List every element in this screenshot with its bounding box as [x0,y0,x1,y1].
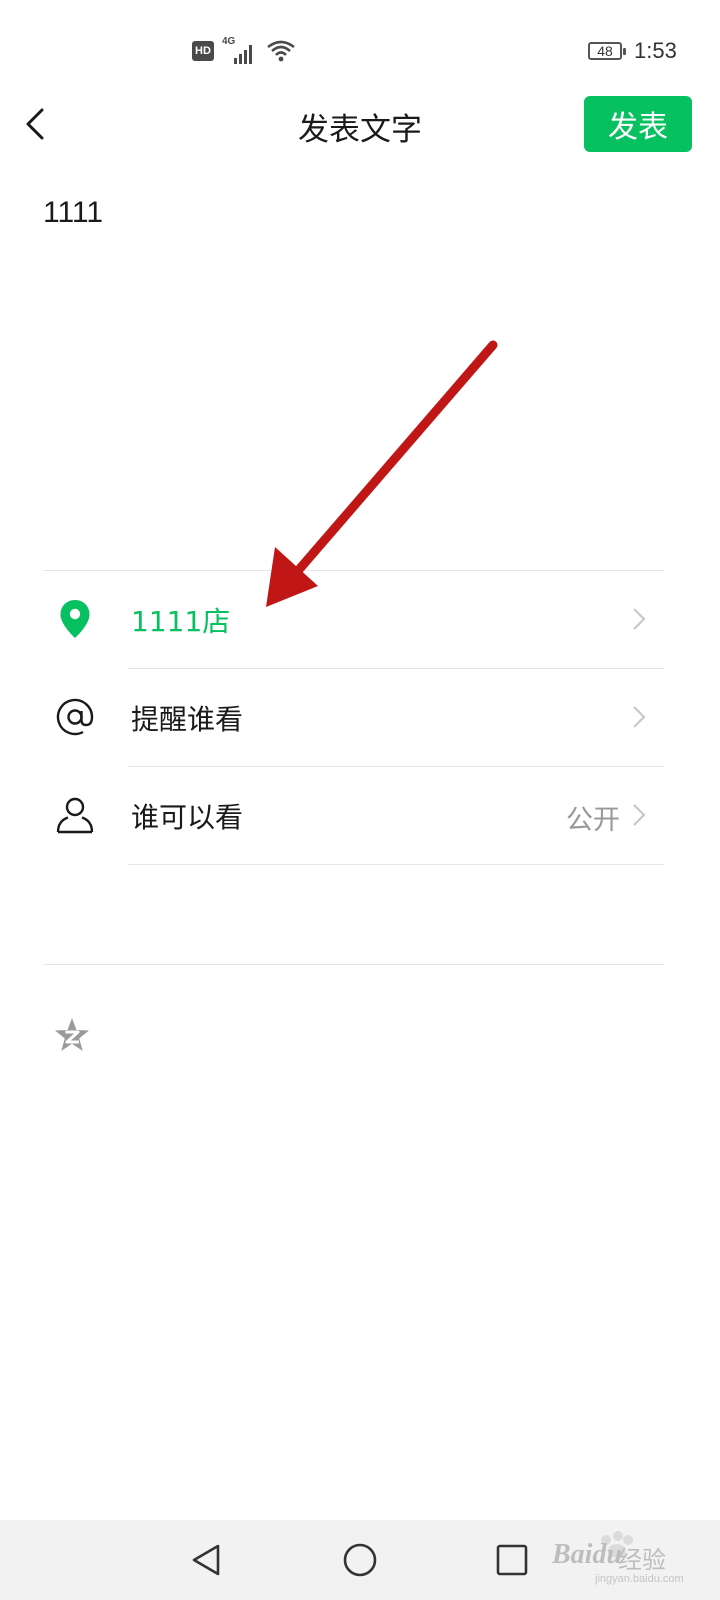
nav-back-button[interactable] [184,1538,228,1582]
mention-option[interactable]: 提醒谁看 [43,668,677,766]
at-icon [55,697,95,737]
publish-button[interactable]: 发表 [584,96,692,152]
nav-recents-icon [496,1544,528,1576]
visibility-label: 谁可以看 [131,801,244,834]
wifi-icon [267,40,295,62]
chevron-right-icon [633,804,646,826]
visibility-option[interactable]: 谁可以看 公开 [43,766,677,864]
watermark-url: jingyan.baidu.com [595,1573,684,1585]
location-label: 1111店 [131,605,231,638]
divider [43,964,664,965]
qzone-star-icon [55,1018,89,1051]
divider [128,864,664,865]
battery-icon: 48 [588,42,626,60]
post-text-field[interactable]: 1111 [43,196,103,230]
nav-home-button[interactable] [338,1538,382,1582]
visibility-value: 公开 [566,805,620,836]
qzone-share-toggle[interactable] [52,1016,92,1056]
status-icons: HD 4G [192,36,296,64]
chevron-left-icon [26,108,44,140]
watermark-label: 经验 [618,1546,666,1574]
nav-home-icon [343,1543,377,1577]
top-bar: 发表文字 发表 [0,92,720,156]
chevron-right-icon [633,608,646,630]
watermark-brand: Baidu [552,1539,623,1570]
cellular-signal-icon: 4G [222,36,258,64]
person-icon [55,795,95,835]
nav-back-icon [192,1544,220,1576]
nav-recents-button[interactable] [490,1538,534,1582]
status-time: 1:53 [634,38,677,63]
chevron-right-icon [633,706,646,728]
location-option[interactable]: 1111店 [43,570,677,668]
hd-icon: HD [192,41,214,61]
back-button[interactable] [18,104,58,144]
mention-label: 提醒谁看 [131,703,244,736]
status-bar: HD 4G 48 1:53 [0,0,720,100]
battery-level: 48 [597,43,613,59]
location-pin-icon [55,599,95,639]
